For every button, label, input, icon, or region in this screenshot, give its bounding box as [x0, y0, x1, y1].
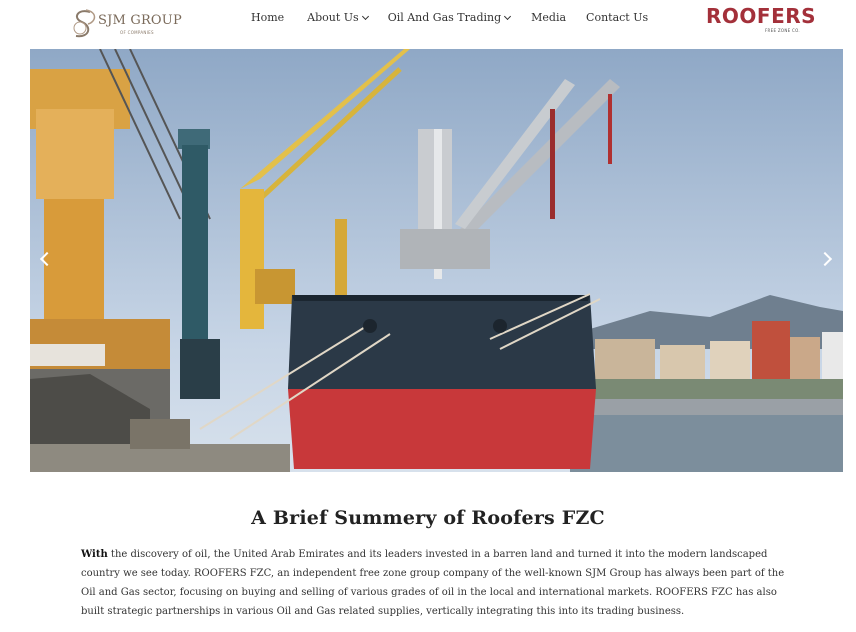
logo-brand-text: SJM GROUP [98, 13, 182, 28]
summary-body: the discovery of oil, the United Arab Em… [81, 549, 785, 617]
summary-paragraph: With the discovery of oil, the United Ar… [81, 545, 797, 621]
slider-next-button[interactable] [817, 249, 837, 269]
summary-lead: With [81, 549, 108, 560]
slider-prev-button[interactable] [34, 249, 54, 269]
roofers-logo[interactable]: ROOFERS FREE ZONE CO. [706, 4, 817, 36]
main-menu: Home About Us Oil And Gas Trading Media … [251, 10, 648, 26]
section-heading: A Brief Summery of Roofers FZC [251, 507, 605, 529]
menu-item-label: Oil And Gas Trading [387, 11, 502, 24]
hero-ship-image [30, 49, 843, 472]
menu-item-media[interactable]: Media [531, 10, 566, 26]
top-navigation: SJM GROUP OF COMPANIES Home About Us Oil… [0, 0, 856, 48]
logo-sub-text: OF COMPANIES [120, 30, 154, 35]
menu-item-about-us[interactable]: About Us [307, 10, 369, 26]
sjm-group-logo[interactable]: SJM GROUP OF COMPANIES [68, 4, 182, 44]
menu-item-label: Media [531, 11, 567, 24]
menu-item-label: About Us [307, 11, 359, 24]
chevron-down-icon [361, 12, 369, 20]
menu-item-contact-us[interactable]: Contact Us [586, 10, 648, 26]
roofers-brand-text: ROOFERS [706, 4, 817, 28]
menu-item-label: Home [251, 11, 285, 24]
hero-slider [30, 49, 843, 472]
roofers-sub-text: FREE ZONE CO. [764, 28, 800, 33]
menu-item-home[interactable]: Home [251, 10, 284, 26]
menu-item-oil-and-gas-trading[interactable]: Oil And Gas Trading [387, 10, 512, 26]
menu-item-label: Contact Us [586, 11, 649, 24]
chevron-down-icon [504, 12, 512, 20]
